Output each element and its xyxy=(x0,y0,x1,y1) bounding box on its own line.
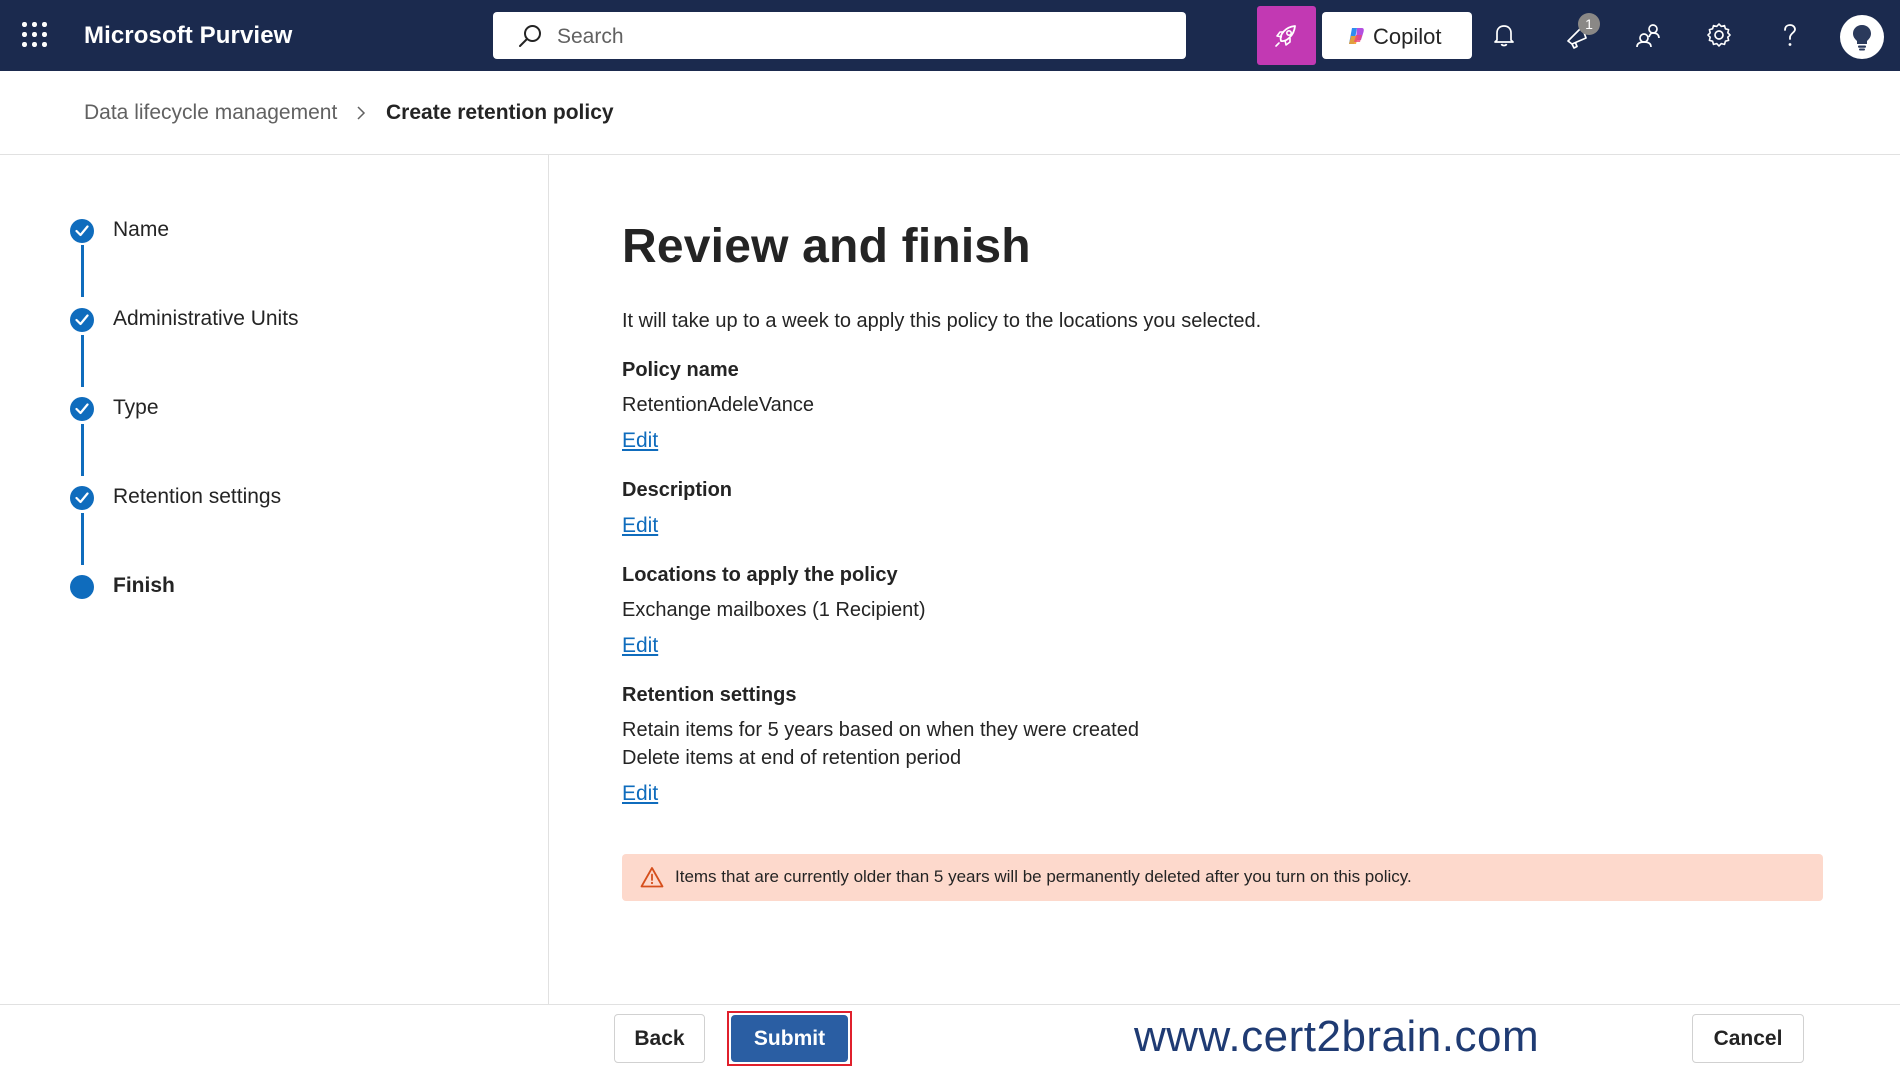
breadcrumb-current: Create retention policy xyxy=(386,101,614,124)
breadcrumb-data-lifecycle-management[interactable]: Data lifecycle management xyxy=(84,101,337,125)
checkmark-icon xyxy=(70,397,94,421)
step-connector xyxy=(81,335,84,387)
step-connector xyxy=(81,245,84,297)
policy-name-value: RetentionAdeleVance xyxy=(622,394,814,416)
edit-retention-settings-link[interactable]: Edit xyxy=(622,782,658,806)
step-label: Name xyxy=(113,218,170,241)
current-step-dot xyxy=(70,575,94,599)
step-label: Finish xyxy=(113,574,175,597)
copilot-button[interactable]: Copilot xyxy=(1322,12,1472,59)
edit-locations-link[interactable]: Edit xyxy=(622,634,658,658)
back-button[interactable]: Back xyxy=(614,1014,705,1063)
intro-text: It will take up to a week to apply this … xyxy=(622,310,1262,332)
warning-text: Items that are currently older than 5 ye… xyxy=(675,867,1412,886)
chevron-right-icon xyxy=(357,106,366,120)
checkmark-icon xyxy=(70,219,94,243)
gear-icon[interactable] xyxy=(1702,18,1736,52)
edit-policy-name-link[interactable]: Edit xyxy=(622,429,658,453)
community-icon[interactable] xyxy=(1631,18,1665,52)
wizard-steps: Name Administrative Units Type Retention… xyxy=(0,155,549,1005)
footer-divider xyxy=(0,1004,1900,1005)
waffle-icon[interactable] xyxy=(22,22,48,48)
step-connector xyxy=(81,513,84,565)
top-bar: Microsoft Purview Search Copilot 1 xyxy=(0,0,1900,71)
page-title: Review and finish xyxy=(622,220,1031,273)
search-icon xyxy=(519,25,541,47)
copilot-label: Copilot xyxy=(1373,24,1442,49)
step-label: Retention settings xyxy=(113,485,282,508)
app-title[interactable]: Microsoft Purview xyxy=(84,22,292,50)
help-icon[interactable] xyxy=(1773,18,1807,52)
retention-settings-heading: Retention settings xyxy=(622,684,797,706)
checkmark-icon xyxy=(70,308,94,332)
warning-icon xyxy=(640,867,664,888)
description-heading: Description xyxy=(622,479,733,501)
cancel-button[interactable]: Cancel xyxy=(1692,1014,1804,1063)
step-label: Type xyxy=(113,396,159,419)
avatar-icon[interactable] xyxy=(1840,15,1884,59)
step-connector xyxy=(81,424,84,476)
watermark: www.cert2brain.com xyxy=(1134,1012,1540,1061)
policy-name-heading: Policy name xyxy=(622,359,739,381)
submit-button[interactable]: Submit xyxy=(731,1015,848,1062)
step-label: Administrative Units xyxy=(113,307,299,330)
checkmark-icon xyxy=(70,486,94,510)
locations-heading: Locations to apply the policy xyxy=(622,564,898,586)
search-placeholder: Search xyxy=(557,25,624,48)
retention-line-2: Delete items at end of retention period xyxy=(622,747,962,769)
edit-description-link[interactable]: Edit xyxy=(622,514,658,538)
retention-line-1: Retain items for 5 years based on when t… xyxy=(622,719,1139,741)
locations-value: Exchange mailboxes (1 Recipient) xyxy=(622,599,926,621)
rocket-icon xyxy=(1275,25,1296,47)
copilot-icon xyxy=(1349,28,1364,44)
search-input[interactable]: Search xyxy=(493,12,1186,59)
bell-icon[interactable] xyxy=(1487,18,1521,52)
warning-banner: Items that are currently older than 5 ye… xyxy=(622,854,1823,901)
rocket-button[interactable] xyxy=(1257,6,1316,65)
notification-badge: 1 xyxy=(1578,13,1600,35)
